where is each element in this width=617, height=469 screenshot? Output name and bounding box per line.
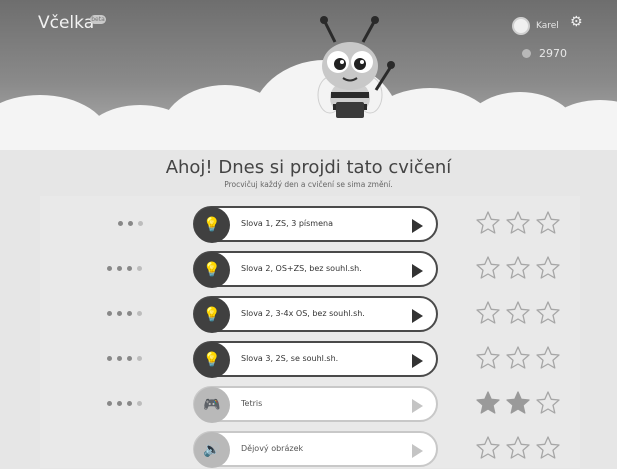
- gamepad-icon: 🎮: [194, 387, 230, 423]
- star-rating: [475, 300, 561, 326]
- star-icon: [476, 391, 500, 414]
- bee-mascot: [317, 16, 395, 118]
- star-icon: [506, 436, 530, 459]
- star-rating: [475, 255, 561, 281]
- user-menu[interactable]: Karel: [512, 17, 559, 35]
- star-icon: [506, 391, 530, 414]
- star-icon: [536, 346, 560, 369]
- progress-dot: [137, 401, 142, 406]
- progress-dots: [107, 356, 142, 361]
- progress-dot: [117, 356, 122, 361]
- progress-dot: [117, 266, 122, 271]
- progress-dot: [107, 356, 112, 361]
- play-icon[interactable]: [412, 399, 423, 413]
- exercise-button[interactable]: 🔊 Dějový obrázek: [193, 431, 438, 468]
- progress-dots: [107, 401, 142, 406]
- exercise-label: Slova 2, 3-4x OS, bez souhl.sh.: [241, 309, 365, 318]
- exercise-label: Tetris: [241, 399, 263, 408]
- play-icon[interactable]: [412, 264, 423, 278]
- star-rating: [475, 435, 561, 461]
- coin-icon: [522, 49, 531, 58]
- progress-dot: [118, 221, 123, 226]
- user-name[interactable]: Karel: [536, 21, 559, 31]
- exercise-label: Dějový obrázek: [241, 444, 304, 453]
- progress-dot: [107, 311, 112, 316]
- star-icon: [506, 256, 530, 279]
- star-rating: [475, 345, 561, 371]
- star-icon: [506, 346, 530, 369]
- play-icon[interactable]: [412, 354, 423, 368]
- star-icon: [536, 436, 560, 459]
- progress-dot: [127, 311, 132, 316]
- star-rating: [475, 210, 561, 236]
- exercise-row: 💡 Slova 2, OS+ZS, bez souhl.sh.: [0, 251, 617, 289]
- lightbulb-icon: 💡: [194, 207, 230, 243]
- star-icon: [536, 211, 560, 234]
- star-rating: [475, 390, 561, 416]
- page-subtitle: Procvičuj každý den a cvičení se sima zm…: [224, 180, 393, 189]
- progress-dot: [127, 356, 132, 361]
- progress-dot: [127, 401, 132, 406]
- exercise-row: 💡 Slova 2, 3-4x OS, bez souhl.sh.: [0, 296, 617, 334]
- progress-dot: [137, 311, 142, 316]
- exercise-label: Slova 2, OS+ZS, bez souhl.sh.: [241, 264, 362, 273]
- star-icon: [536, 391, 560, 414]
- star-icon: [476, 256, 500, 279]
- progress-dot: [117, 401, 122, 406]
- app-logo[interactable]: Včelka: [38, 13, 94, 33]
- play-icon[interactable]: [412, 309, 423, 323]
- lightbulb-icon: 💡: [194, 342, 230, 378]
- lightbulb-icon: 💡: [194, 252, 230, 288]
- exercise-button[interactable]: 💡 Slova 1, ZS, 3 písmena: [193, 206, 438, 243]
- star-icon: [476, 436, 500, 459]
- lightbulb-icon: 💡: [194, 297, 230, 333]
- star-icon: [506, 301, 530, 324]
- exercise-row: 💡 Slova 3, 2S, se souhl.sh.: [0, 341, 617, 379]
- beta-badge: beta: [90, 15, 106, 24]
- points-display: 2970: [522, 47, 567, 60]
- progress-dot: [128, 221, 133, 226]
- progress-dot: [127, 266, 132, 271]
- progress-dots: [107, 311, 142, 316]
- gear-icon[interactable]: ⚙: [570, 14, 583, 30]
- star-icon: [476, 301, 500, 324]
- star-icon: [476, 346, 500, 369]
- star-icon: [476, 211, 500, 234]
- play-icon[interactable]: [412, 444, 423, 458]
- avatar[interactable]: [512, 17, 530, 35]
- exercise-label: Slova 3, 2S, se souhl.sh.: [241, 354, 339, 363]
- progress-dot: [107, 266, 112, 271]
- exercise-button[interactable]: 🎮 Tetris: [193, 386, 438, 423]
- exercise-button[interactable]: 💡 Slova 2, OS+ZS, bez souhl.sh.: [193, 251, 438, 288]
- progress-dot: [107, 401, 112, 406]
- star-icon: [536, 301, 560, 324]
- exercise-button[interactable]: 💡 Slova 3, 2S, se souhl.sh.: [193, 341, 438, 378]
- exercise-row: 💡 Slova 1, ZS, 3 písmena: [0, 206, 617, 244]
- progress-dots: [118, 221, 143, 226]
- page-title: Ahoj! Dnes si projdi tato cvičení: [165, 157, 452, 178]
- exercise-row: 🎮 Tetris: [0, 386, 617, 424]
- points-value: 2970: [539, 47, 567, 60]
- exercise-row: 🔊 Dějový obrázek: [0, 431, 617, 469]
- star-icon: [506, 211, 530, 234]
- progress-dot: [137, 266, 142, 271]
- exercise-button[interactable]: 💡 Slova 2, 3-4x OS, bez souhl.sh.: [193, 296, 438, 333]
- progress-dots: [107, 266, 142, 271]
- play-icon[interactable]: [412, 219, 423, 233]
- progress-dot: [137, 356, 142, 361]
- speaker-icon: 🔊: [194, 432, 230, 468]
- progress-dot: [138, 221, 143, 226]
- star-icon: [536, 256, 560, 279]
- progress-dot: [117, 311, 122, 316]
- exercise-label: Slova 1, ZS, 3 písmena: [241, 219, 333, 228]
